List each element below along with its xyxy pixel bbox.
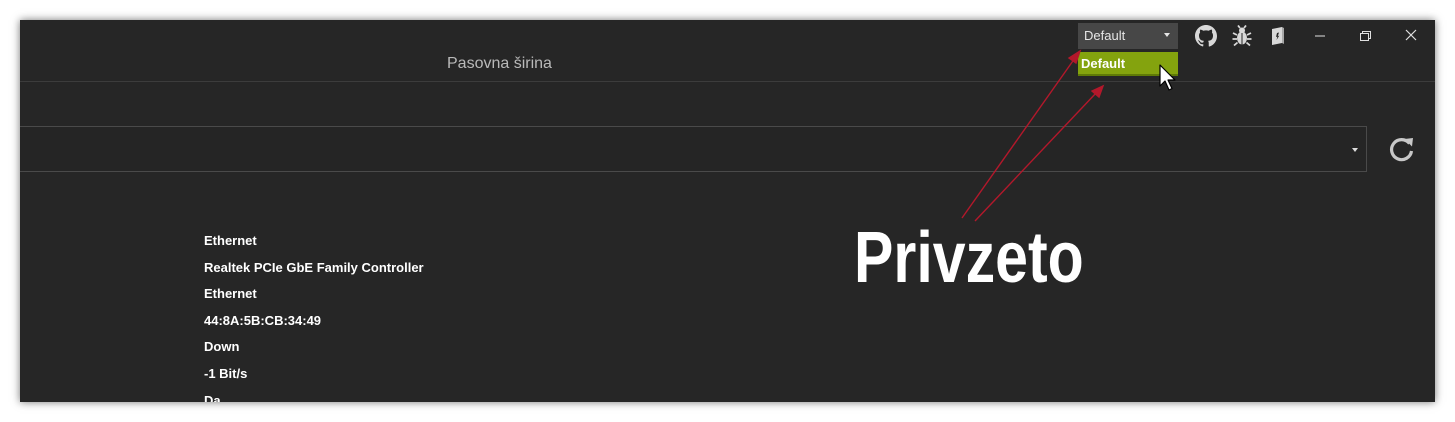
refresh-icon[interactable] — [1387, 134, 1417, 164]
bug-icon[interactable] — [1231, 24, 1253, 47]
page-title: Pasovna širina — [447, 55, 552, 72]
chevron-down-icon — [1164, 33, 1170, 37]
app-window: Pasovna širina Default Default Ethernet … — [20, 20, 1435, 402]
book-icon[interactable] — [1267, 25, 1289, 47]
title-bar: Pasovna širina Default Default — [20, 20, 1435, 82]
theme-select-value: Default — [1084, 28, 1126, 43]
adapter-extra: Da — [204, 392, 221, 402]
adapter-speed: -1 Bit/s — [204, 365, 248, 381]
annotation-label: Privzeto — [854, 218, 1084, 298]
adapter-mac-address: 44:8A:5B:CB:34:49 — [204, 312, 322, 328]
adapter-name: Ethernet — [204, 233, 257, 248]
theme-select[interactable]: Default — [1078, 23, 1178, 49]
adapter-status: Down — [204, 339, 240, 355]
adapter-info-list: Ethernet Realtek PCIe GbE Family Control… — [204, 233, 424, 402]
adapter-select[interactable] — [20, 126, 1367, 172]
github-icon[interactable] — [1195, 25, 1218, 47]
adapter-description: Realtek PCIe GbE Family Controller — [204, 259, 424, 275]
restore-icon[interactable] — [1352, 25, 1378, 47]
adapter-type: Ethernet — [204, 286, 257, 302]
chevron-down-icon — [1352, 148, 1358, 152]
minimize-icon[interactable] — [1307, 25, 1333, 47]
close-icon[interactable] — [1398, 25, 1424, 47]
mouse-cursor-icon — [1159, 64, 1176, 91]
